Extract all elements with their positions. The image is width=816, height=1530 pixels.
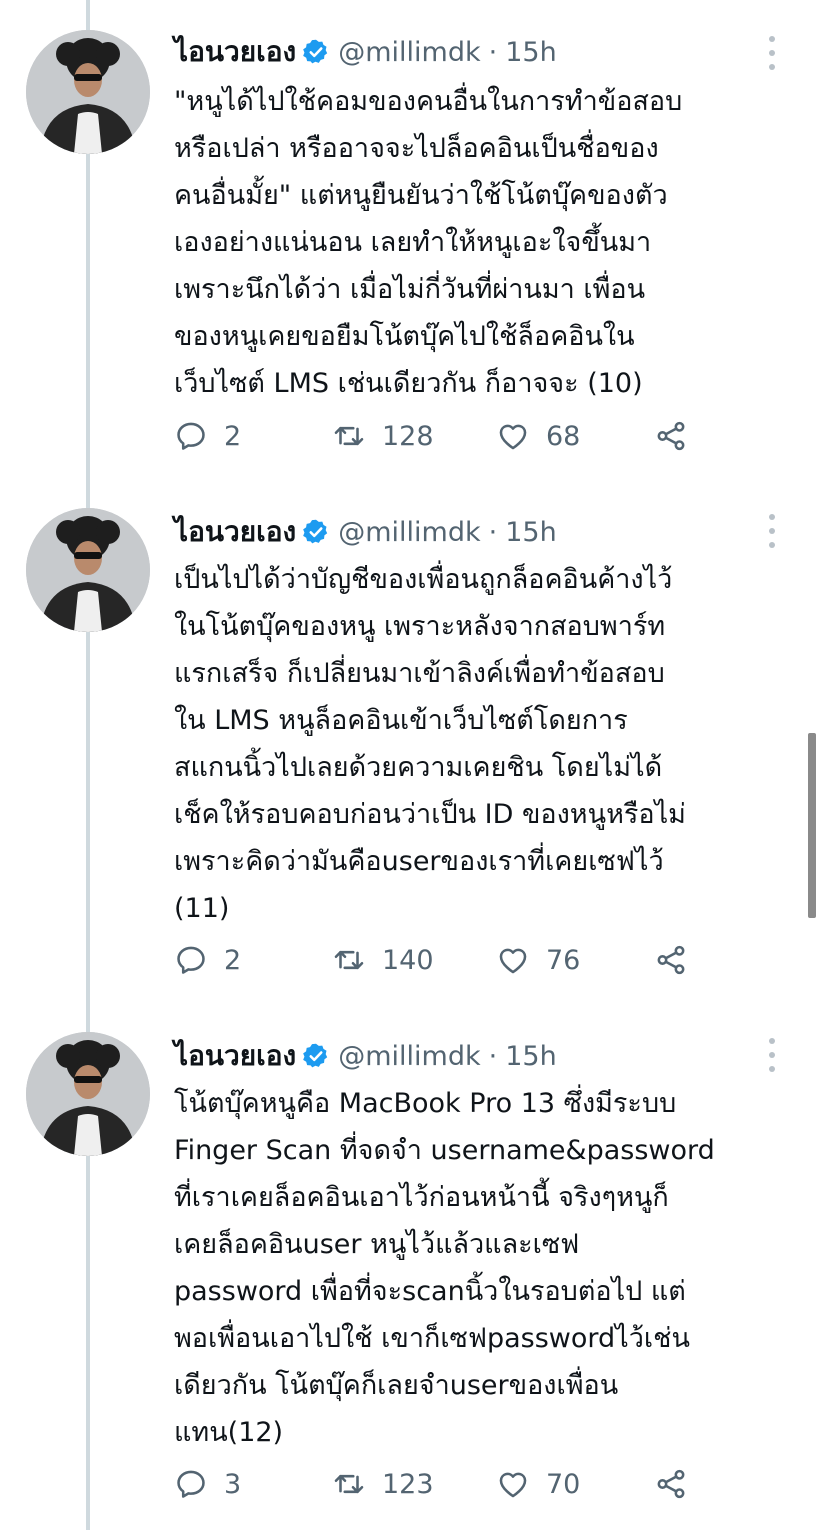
avatar[interactable] [26,1032,150,1156]
verified-badge-icon [302,38,330,66]
retweet-count: 140 [382,944,434,976]
reply-count: 3 [224,1468,242,1500]
tweet-header: ไอนวยเอง @millimdk · 15h [174,1034,557,1078]
tweet-header: ไอนวยเอง @millimdk · 15h [174,510,557,554]
author-handle[interactable]: @millimdk [338,517,480,548]
tweet-timestamp[interactable]: 15h [505,1041,556,1072]
like-button[interactable]: 68 [496,416,580,456]
reply-button[interactable]: 2 [174,416,241,456]
author-name[interactable]: ไอนวยเอง [174,30,296,74]
like-button[interactable]: 70 [496,1464,580,1504]
heart-icon [496,1467,530,1501]
retweet-count: 123 [382,1468,434,1500]
author-name[interactable]: ไอนวยเอง [174,1034,296,1078]
author-name[interactable]: ไอนวยเอง [174,510,296,554]
like-button[interactable]: 76 [496,940,580,980]
more-options-icon[interactable] [760,36,784,70]
share-button[interactable] [654,940,688,980]
retweet-icon [332,1467,366,1501]
separator-dot: · [488,36,498,68]
retweet-icon [332,943,366,977]
heart-icon [496,943,530,977]
share-button[interactable] [654,1464,688,1504]
author-handle[interactable]: @millimdk [338,37,480,68]
separator-dot: · [488,1040,498,1072]
tweet-timestamp[interactable]: 15h [505,517,556,548]
share-icon [654,419,688,453]
like-count: 76 [546,944,581,976]
verified-badge-icon [302,518,330,546]
more-options-icon[interactable] [760,1038,784,1072]
reply-count: 2 [224,944,242,976]
tweet-text: เป็นไปได้ว่าบัญชีของเพื่อนถูกล็อคอินค้าง… [174,564,686,924]
share-icon [654,943,688,977]
verified-badge-icon [302,1042,330,1070]
author-handle[interactable]: @millimdk [338,1041,480,1072]
reply-button[interactable]: 3 [174,1464,241,1504]
heart-icon [496,419,530,453]
reply-icon [174,419,208,453]
tweet-text: โน้ตบุ๊คหนูคือ MacBook Pro 13 ซึ่งมีระบบ… [174,1088,715,1448]
tweet-header: ไอนวยเอง @millimdk · 15h [174,30,557,74]
avatar[interactable] [26,508,150,632]
share-icon [654,1467,688,1501]
reply-icon [174,1467,208,1501]
avatar[interactable] [26,30,150,154]
retweet-button[interactable]: 140 [332,940,434,980]
reply-icon [174,943,208,977]
tweet-actions: 3 123 70 [174,1464,714,1504]
share-button[interactable] [654,416,688,456]
reply-button[interactable]: 2 [174,940,241,980]
scrollbar-thumb[interactable] [808,733,816,918]
like-count: 68 [546,420,581,452]
tweet-text: "หนูได้ไปใช้คอมของคนอื่นในการทำข้อสอบ หร… [174,86,683,399]
thread-connector-line [86,0,90,1530]
retweet-icon [332,419,366,453]
retweet-button[interactable]: 128 [332,416,434,456]
tweet-timestamp[interactable]: 15h [505,37,556,68]
retweet-count: 128 [382,420,434,452]
more-options-icon[interactable] [760,514,784,548]
tweet-actions: 2 140 76 [174,940,714,980]
like-count: 70 [546,1468,581,1500]
reply-count: 2 [224,420,242,452]
tweet-actions: 2 128 68 [174,416,714,456]
retweet-button[interactable]: 123 [332,1464,434,1504]
separator-dot: · [488,516,498,548]
